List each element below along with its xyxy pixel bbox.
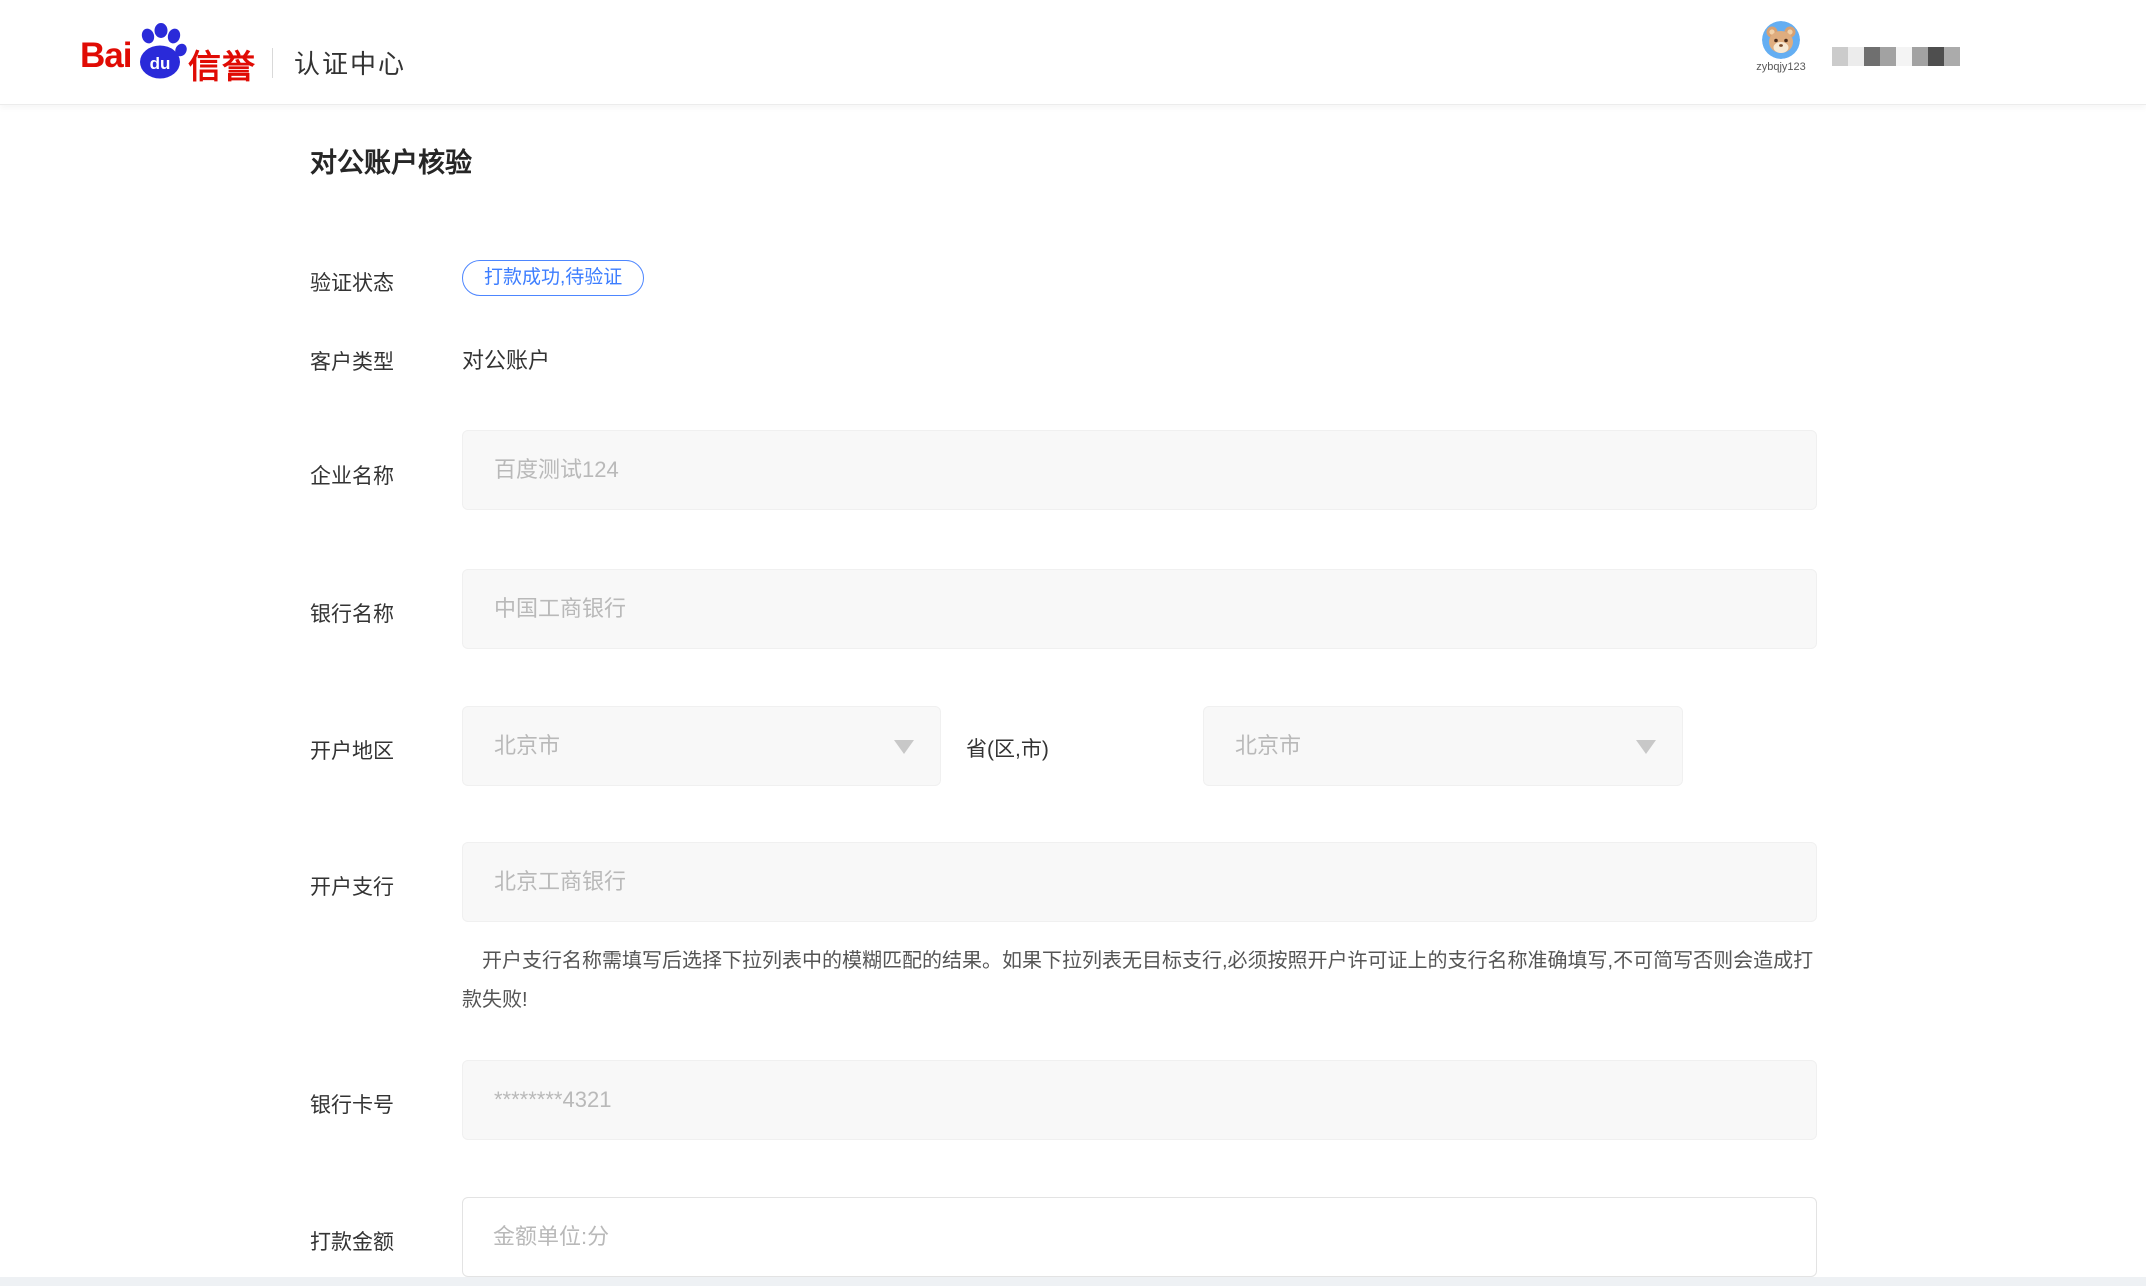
card-number-label: 银行卡号 (310, 1089, 394, 1119)
company-name-value: 百度测试124 (494, 431, 619, 509)
city-select[interactable]: 北京市 (1203, 706, 1683, 786)
card-number-value: ********4321 (494, 1061, 611, 1139)
page-title: 对公账户核验 (310, 141, 472, 180)
baidu-logo-du: du (150, 54, 171, 73)
province-select[interactable]: 北京市 (462, 706, 941, 786)
branch-field: 北京工商银行 (462, 842, 1817, 922)
status-label: 验证状态 (310, 267, 394, 297)
branch-label: 开户支行 (310, 871, 394, 901)
chevron-down-icon (894, 740, 914, 754)
amount-label: 打款金额 (310, 1226, 394, 1256)
bank-name-label: 银行名称 (310, 598, 394, 628)
company-name-label: 企业名称 (310, 460, 394, 490)
card-number-field: ********4321 (462, 1060, 1817, 1140)
header-title: 认证中心 (294, 44, 406, 81)
footer-strip (0, 1277, 2146, 1286)
region-middle-label: 省(区,市) (966, 733, 1049, 763)
region-label: 开户地区 (310, 735, 394, 765)
customer-type-label: 客户类型 (310, 346, 394, 376)
chevron-down-icon (1636, 740, 1656, 754)
branch-hint-line2: 款失败! (462, 981, 1824, 1020)
branch-hint: 开户支行名称需填写后选择下拉列表中的模糊匹配的结果。如果下拉列表无目标支行,必须… (462, 942, 1824, 1020)
baidu-logo-xinyu: 信誉 (188, 40, 256, 88)
header-divider (272, 48, 273, 78)
bank-name-field: 中国工商银行 (462, 569, 1817, 649)
branch-hint-line1: 开户支行名称需填写后选择下拉列表中的模糊匹配的结果。如果下拉列表无目标支行,必须… (462, 942, 1824, 981)
branch-value: 北京工商银行 (494, 843, 626, 921)
redacted-text-block (1832, 47, 1960, 66)
company-name-field: 百度测试124 (462, 430, 1817, 510)
city-selected-value: 北京市 (1235, 707, 1301, 785)
bank-name-value: 中国工商银行 (494, 570, 626, 648)
customer-type-value: 对公账户 (462, 343, 550, 375)
amount-input[interactable] (462, 1197, 1817, 1277)
page: Bai du 信誉 认证中心 (0, 0, 2146, 1286)
baidu-paw-icon: du (137, 22, 187, 85)
province-selected-value: 北京市 (494, 707, 560, 785)
username-label: zybqjy123 (1748, 61, 1814, 73)
header: Bai du 信誉 认证中心 (0, 0, 2146, 105)
baidu-logo-bai: Bai (80, 36, 131, 76)
user-avatar[interactable] (1762, 21, 1800, 59)
status-badge: 打款成功,待验证 (462, 260, 644, 296)
bear-avatar-icon (1762, 21, 1800, 59)
